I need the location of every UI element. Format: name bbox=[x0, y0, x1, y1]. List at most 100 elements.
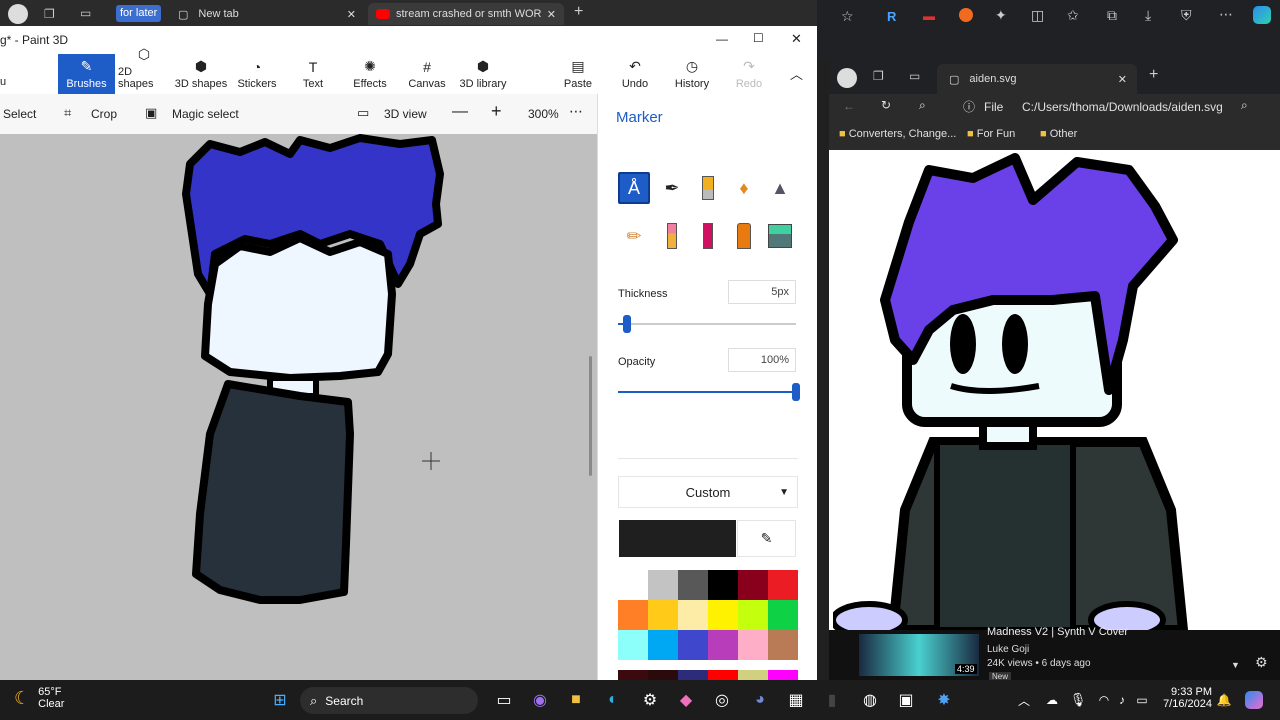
color-swatch[interactable] bbox=[618, 600, 648, 630]
gear-icon[interactable]: ⚙ bbox=[1255, 654, 1268, 671]
color-swatch[interactable] bbox=[678, 600, 708, 630]
color-swatch[interactable] bbox=[648, 600, 678, 630]
battery-icon[interactable]: ▭ bbox=[1130, 688, 1154, 712]
color-swatch[interactable] bbox=[678, 570, 708, 600]
network-status-icon[interactable]: ☁ bbox=[1040, 688, 1064, 712]
chevron-down-icon[interactable]: ▼ bbox=[1231, 660, 1240, 670]
notification-bell-icon[interactable]: 🔔 bbox=[1212, 688, 1236, 712]
extension-icon[interactable] bbox=[959, 8, 973, 22]
close-icon[interactable]: ✕ bbox=[791, 31, 802, 47]
zoom-level[interactable]: 300% bbox=[528, 107, 559, 121]
oil-brush-icon[interactable] bbox=[692, 172, 724, 204]
search-icon[interactable]: ⌕ bbox=[919, 98, 926, 113]
discord-icon[interactable]: ◕ bbox=[748, 688, 772, 712]
new-tab-icon[interactable]: + bbox=[574, 3, 583, 21]
color-swatch[interactable] bbox=[738, 630, 768, 660]
opacity-input[interactable]: 100% bbox=[728, 348, 796, 372]
collections-icon[interactable]: ⧉ bbox=[1107, 7, 1117, 24]
zoom-out-button[interactable]: — bbox=[452, 103, 468, 121]
paste-button[interactable]: ▤ Paste bbox=[562, 54, 594, 94]
canvas-drawing[interactable] bbox=[0, 134, 597, 680]
spray-can-icon[interactable] bbox=[728, 220, 760, 252]
weather-widget[interactable]: ☾ 65°F Clear bbox=[14, 686, 64, 710]
current-color-swatch[interactable] bbox=[619, 520, 736, 557]
text-button[interactable]: T Text bbox=[296, 54, 330, 94]
color-swatch[interactable] bbox=[618, 570, 648, 600]
color-swatch[interactable] bbox=[768, 600, 798, 630]
windows-start-icon[interactable]: ⊞ bbox=[268, 688, 292, 712]
color-swatch[interactable] bbox=[648, 630, 678, 660]
2d-shapes-button[interactable]: ⬡ 2D shapes bbox=[118, 46, 170, 94]
marker-tool-icon[interactable]: Å bbox=[618, 172, 650, 204]
history-button[interactable]: ◷ History bbox=[674, 54, 710, 94]
profile-icon[interactable] bbox=[837, 68, 857, 88]
obs-icon[interactable]: ◍ bbox=[858, 688, 882, 712]
search-box[interactable]: ⌕ Search bbox=[300, 687, 478, 714]
photos-icon[interactable]: ▦ bbox=[784, 688, 808, 712]
tab-actions-icon[interactable]: ▭ bbox=[909, 69, 920, 83]
color-swatch[interactable] bbox=[738, 600, 768, 630]
3d-library-button[interactable]: ⬢ 3D library bbox=[458, 54, 508, 94]
refresh-icon[interactable]: ↻ bbox=[881, 98, 891, 112]
crop-button[interactable]: Crop bbox=[91, 107, 117, 121]
color-swatch[interactable] bbox=[648, 570, 678, 600]
3d-view-button[interactable]: 3D view bbox=[384, 107, 427, 121]
color-swatch[interactable] bbox=[708, 570, 738, 600]
color-swatch[interactable] bbox=[618, 630, 648, 660]
teams-icon[interactable]: ◉ bbox=[528, 688, 552, 712]
canvas-button[interactable]: # Canvas bbox=[408, 54, 446, 94]
new-tab-icon[interactable]: + bbox=[1149, 66, 1158, 84]
magic-select-button[interactable]: Magic select bbox=[172, 107, 239, 121]
puzzle-icon[interactable]: ✦ bbox=[995, 7, 1007, 24]
microphone-icon[interactable]: 🎙 bbox=[1066, 688, 1090, 712]
crayon-icon[interactable] bbox=[692, 220, 724, 252]
paint3d-icon[interactable]: ◆ bbox=[674, 688, 698, 712]
tab-group-label[interactable]: for later bbox=[116, 5, 162, 22]
close-icon[interactable]: ✕ bbox=[1118, 73, 1127, 86]
opacity-slider-thumb[interactable] bbox=[792, 383, 800, 401]
fill-bucket-icon[interactable] bbox=[764, 220, 796, 252]
close-icon[interactable]: ✕ bbox=[547, 8, 556, 21]
minimize-icon[interactable]: — bbox=[716, 32, 728, 46]
close-icon[interactable]: ✕ bbox=[347, 8, 356, 21]
chevron-up-icon[interactable]: ︿ bbox=[1012, 688, 1036, 712]
thickness-slider-thumb[interactable] bbox=[622, 315, 631, 333]
zoom-in-button[interactable]: + bbox=[491, 101, 502, 122]
more-icon[interactable]: ⋯ bbox=[1219, 6, 1233, 23]
color-swatch[interactable] bbox=[738, 570, 768, 600]
collapse-ribbon-icon[interactable]: ︿ bbox=[790, 64, 803, 83]
star-icon[interactable]: ☆ bbox=[841, 8, 854, 25]
more-options-icon[interactable]: ⋯ bbox=[569, 103, 583, 120]
canvas-scrollbar[interactable] bbox=[589, 356, 592, 476]
brushes-button[interactable]: ✎ Brushes bbox=[58, 54, 115, 94]
calligraphy-pen-icon[interactable]: ✒ bbox=[656, 172, 688, 204]
copilot-icon[interactable] bbox=[1242, 688, 1266, 712]
tab-actions-icon[interactable]: ▭ bbox=[80, 6, 91, 20]
video-channel[interactable]: Luke Goji bbox=[987, 644, 1029, 655]
copilot-icon[interactable] bbox=[1253, 6, 1271, 24]
workspaces-icon[interactable]: ❐ bbox=[44, 7, 55, 21]
clock[interactable]: 9:33 PM 7/16/2024 bbox=[1160, 686, 1212, 710]
eraser-icon[interactable] bbox=[656, 220, 688, 252]
favorite-folder-converters[interactable]: ■ Converters, Change... bbox=[839, 128, 956, 140]
back-icon[interactable]: ← bbox=[843, 99, 855, 113]
watercolor-icon[interactable]: ♦ bbox=[728, 172, 760, 204]
redo-button[interactable]: ↷ Redo bbox=[734, 54, 764, 94]
steam-icon[interactable]: ◎ bbox=[710, 688, 734, 712]
thickness-input[interactable]: 5px bbox=[728, 280, 796, 304]
color-swatch[interactable] bbox=[708, 600, 738, 630]
color-swatch[interactable] bbox=[768, 630, 798, 660]
address-input[interactable]: C:/Users/thoma/Downloads/aiden.svg bbox=[1022, 100, 1223, 114]
pixel-pen-icon[interactable]: ▲ bbox=[764, 172, 796, 204]
stickers-button[interactable]: ◔ Stickers bbox=[234, 54, 280, 94]
file-explorer-icon[interactable]: ▭ bbox=[492, 688, 516, 712]
shield-icon[interactable]: ⛨ bbox=[1181, 7, 1192, 24]
3d-shapes-button[interactable]: ⬢ 3D shapes bbox=[174, 54, 228, 94]
color-swatch[interactable] bbox=[708, 630, 738, 660]
color-swatch[interactable] bbox=[768, 570, 798, 600]
extension-icon[interactable]: R bbox=[887, 9, 896, 24]
extension-icon[interactable]: ▬ bbox=[923, 9, 935, 23]
app-icon[interactable]: ▮ bbox=[820, 688, 844, 712]
tab-new-tab[interactable]: ▢ New tab ✕ bbox=[170, 3, 366, 25]
settings-gear-icon[interactable]: ⚙ bbox=[638, 688, 662, 712]
